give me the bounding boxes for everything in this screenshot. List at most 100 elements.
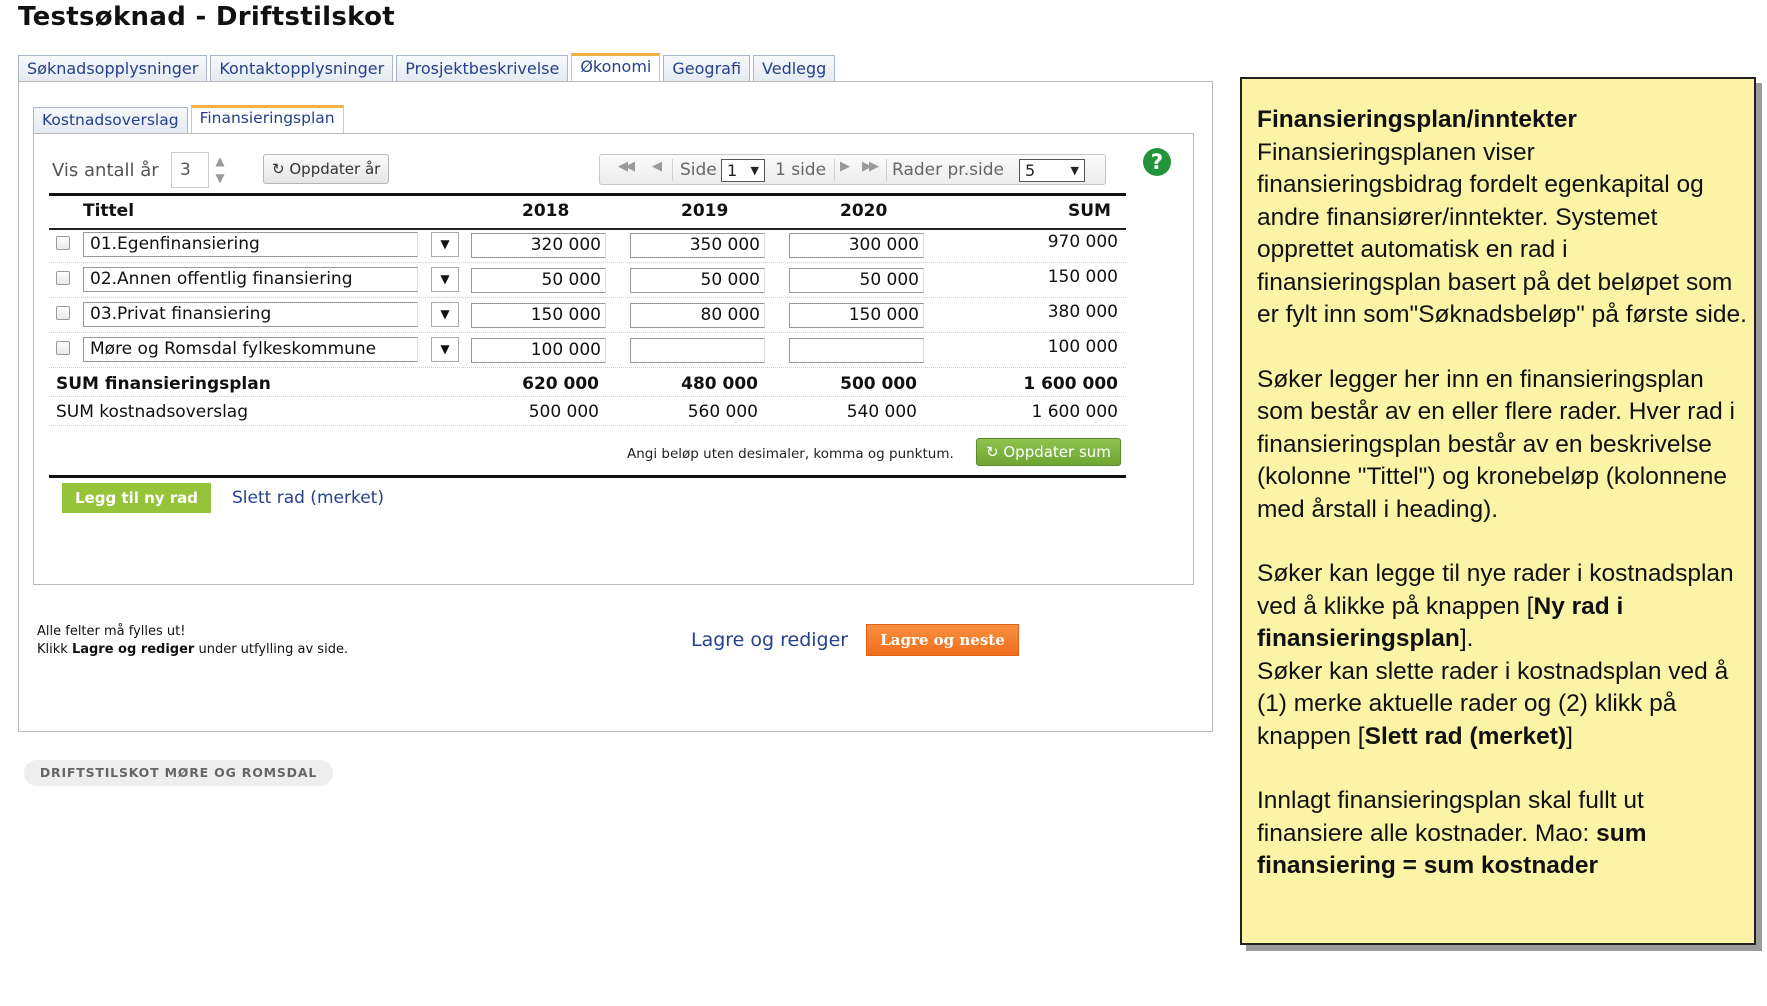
sum-financing-2020: 500 000: [840, 374, 917, 394]
row-checkbox[interactable]: [56, 306, 70, 320]
sum-cost-total: 1 600 000: [1031, 402, 1118, 422]
col-header-title: Tittel: [83, 201, 135, 221]
table-header-border: [49, 228, 1126, 230]
economy-tabs: Kostnadsoverslag Finansieringsplan: [33, 105, 344, 133]
footer-badge: DRIFTSTILSKOT MØRE OG ROMSDAL: [24, 760, 333, 786]
update-years-button[interactable]: ↻ Oppdater år: [263, 154, 390, 184]
tab-okonomi[interactable]: Økonomi: [571, 53, 661, 82]
chevron-down-icon: ▼: [440, 307, 450, 321]
table-bottom-border: [49, 475, 1126, 478]
chevron-down-icon: ▼: [440, 272, 450, 286]
amount-input-2019[interactable]: [630, 338, 765, 363]
amount-input-2020[interactable]: 300 000: [789, 233, 924, 258]
spin-down-icon[interactable]: ▼: [212, 171, 228, 185]
col-header-sum: SUM: [1068, 201, 1111, 221]
tab-prosjektbeskrivelse[interactable]: Prosjektbeskrivelse: [396, 55, 569, 82]
help-callout-text: Finansieringsplan/inntekter Finansierings…: [1257, 104, 1747, 883]
years-count-input[interactable]: 3: [171, 152, 209, 188]
sum-financing-label: SUM finansieringsplan: [56, 374, 271, 394]
required-note-line1: Alle felter må fylles ut!: [37, 624, 186, 639]
save-edit-link[interactable]: Lagre og rediger: [691, 629, 848, 651]
page-select[interactable]: 1 ▼: [721, 159, 765, 182]
row-sum: 970 000: [1047, 232, 1118, 252]
amount-input-2019[interactable]: 350 000: [630, 233, 765, 258]
main-tabs: Søknadsopplysninger Kontaktopplysninger …: [18, 53, 836, 82]
page-count: 1 side: [775, 160, 827, 180]
row-sum: 150 000: [1047, 267, 1118, 287]
amount-input-2020[interactable]: 150 000: [789, 303, 924, 328]
page-title: Testsøknad - Driftstilskot: [18, 2, 395, 32]
required-note-line2: Klikk Lagre og rediger under utfylling a…: [37, 642, 349, 657]
refresh-icon: ↻: [272, 160, 285, 178]
required-note: Alle felter må fylles ut! Klikk Lagre og…: [37, 623, 348, 659]
update-sum-button[interactable]: ↻ Oppdater sum: [976, 438, 1121, 466]
row-checkbox[interactable]: [56, 236, 70, 250]
amount-input-2020[interactable]: [789, 338, 924, 363]
pager: ◀◀ ◀ Side 1 ▼ 1 side ▶ ▶▶ Rader pr.side 5…: [599, 154, 1106, 185]
title-dropdown-button[interactable]: ▼: [431, 232, 459, 257]
row-title-input[interactable]: 01.Egenfinansiering: [83, 232, 418, 257]
sum-financing-total: 1 600 000: [1023, 374, 1118, 394]
amount-input-2019[interactable]: 80 000: [630, 303, 765, 328]
sum-cost-2019: 560 000: [687, 402, 758, 422]
row-sum: 380 000: [1047, 302, 1118, 322]
tab-geografi[interactable]: Geografi: [663, 55, 751, 82]
sum-cost-2018: 500 000: [528, 402, 599, 422]
sum-financing-2019: 480 000: [681, 374, 758, 394]
col-header-2018: 2018: [522, 201, 570, 221]
callout-heading: Finansieringsplan/inntekter: [1257, 106, 1577, 133]
row-title-input[interactable]: Møre og Romsdal fylkeskommune: [83, 337, 418, 362]
row-title-input[interactable]: 02.Annen offentlig finansiering: [83, 267, 418, 292]
sum-cost-2020: 540 000: [846, 402, 917, 422]
callout-paragraph-1: Finansieringsplanen viser finansieringsb…: [1257, 138, 1747, 329]
title-dropdown-button[interactable]: ▼: [431, 267, 459, 292]
next-page-icon[interactable]: ▶: [840, 159, 850, 174]
page-select-value: 1: [727, 161, 738, 180]
col-header-2020: 2020: [840, 201, 888, 221]
title-dropdown-button[interactable]: ▼: [431, 302, 459, 327]
chevron-down-icon: ▼: [440, 342, 450, 356]
last-page-icon[interactable]: ▶▶: [862, 159, 879, 174]
tab-vedlegg[interactable]: Vedlegg: [753, 55, 836, 82]
chevron-down-icon: ▼: [1070, 164, 1079, 177]
row-checkbox[interactable]: [56, 271, 70, 285]
tab-kontaktopplysninger[interactable]: Kontaktopplysninger: [210, 55, 394, 82]
row-sum: 100 000: [1047, 337, 1118, 357]
tab-soknadsopplysninger[interactable]: Søknadsopplysninger: [18, 55, 208, 82]
rows-per-page-select[interactable]: 5 ▼: [1019, 159, 1085, 182]
delete-row-link[interactable]: Slett rad (merket): [232, 488, 384, 508]
save-next-button[interactable]: Lagre og neste: [866, 624, 1019, 656]
callout-paragraph-2: Søker legger her inn en finansieringspla…: [1257, 365, 1735, 523]
sum-financing-2018: 620 000: [522, 374, 599, 394]
sum-cost-label: SUM kostnadsoverslag: [56, 402, 249, 422]
prev-page-icon[interactable]: ◀: [652, 159, 662, 174]
title-dropdown-button[interactable]: ▼: [431, 337, 459, 362]
add-row-button[interactable]: Legg til ny rad: [62, 483, 211, 513]
callout-paragraph-4: Innlagt finansieringsplan skal fullt ut …: [1257, 787, 1647, 879]
amount-input-2018[interactable]: 150 000: [471, 303, 606, 328]
update-years-label: Oppdater år: [289, 160, 381, 178]
tab-finansieringsplan[interactable]: Finansieringsplan: [190, 105, 344, 133]
first-page-icon[interactable]: ◀◀: [618, 159, 635, 174]
page-label: Side: [680, 160, 717, 180]
amount-input-2018[interactable]: 320 000: [471, 233, 606, 258]
amount-hint: Angi beløp uten desimaler, komma og punk…: [627, 446, 954, 462]
spin-up-icon[interactable]: ▲: [212, 154, 228, 168]
update-sum-label: Oppdater sum: [1003, 443, 1111, 461]
chevron-down-icon: ▼: [750, 164, 759, 177]
row-title-input[interactable]: 03.Privat finansiering: [83, 302, 418, 327]
rows-per-page-value: 5: [1025, 161, 1036, 180]
table-top-border: [49, 193, 1126, 196]
help-icon[interactable]: ?: [1143, 148, 1171, 176]
row-checkbox[interactable]: [56, 341, 70, 355]
callout-paragraph-3: Søker kan legge til nye rader i kostnads…: [1257, 560, 1734, 750]
amount-input-2019[interactable]: 50 000: [630, 268, 765, 293]
refresh-icon: ↻: [986, 443, 999, 461]
chevron-down-icon: ▼: [440, 237, 450, 251]
years-count-label: Vis antall år: [52, 160, 159, 181]
rows-per-page-label: Rader pr.side: [892, 160, 1004, 180]
amount-input-2018[interactable]: 100 000: [471, 338, 606, 363]
tab-kostnadsoverslag[interactable]: Kostnadsoverslag: [33, 107, 188, 133]
amount-input-2018[interactable]: 50 000: [471, 268, 606, 293]
amount-input-2020[interactable]: 50 000: [789, 268, 924, 293]
